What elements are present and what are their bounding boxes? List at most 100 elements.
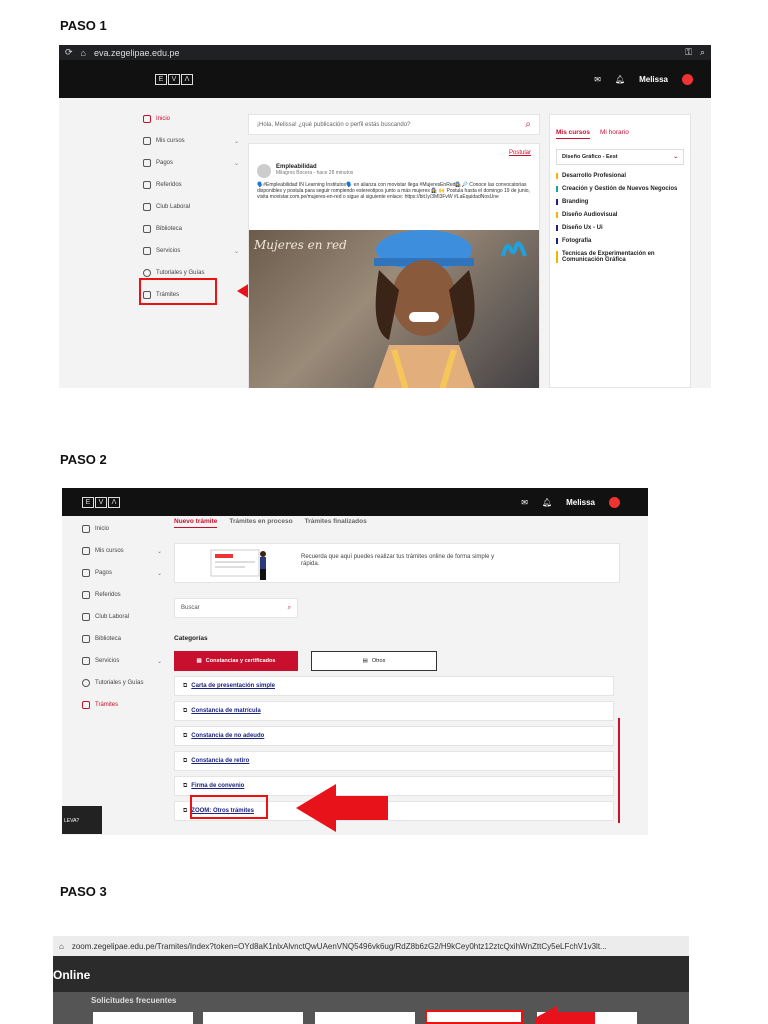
document-icon <box>82 701 90 709</box>
post-text: 🗣️#Empleabilidad IN Learning Institutos🗣… <box>257 182 530 200</box>
frequent-section: Solicitudes frecuentes <box>53 992 689 1024</box>
banner-text: Recuerda que aquí puedes realizar tus tr… <box>301 554 495 567</box>
step1-title: PASO 1 <box>60 18 107 33</box>
services-icon <box>143 247 151 255</box>
list-item[interactable]: ⧉ Constancia de retiro <box>174 751 614 771</box>
top-nav: EVΛ ✉ 🔔︎ Melissa <box>59 60 711 98</box>
course-item[interactable]: Desarrollo Profesional <box>556 173 684 179</box>
course-item[interactable]: Branding <box>556 199 684 205</box>
search-box[interactable]: ¡Hola, Melissa! ¿qué publicación o perfi… <box>248 114 540 135</box>
chevron-down-icon: ⌄ <box>156 658 162 665</box>
globe-icon <box>143 269 151 277</box>
browser-bar: ⌂ zoom.zegelipae.edu.pe/Tramites/Index?t… <box>53 936 689 956</box>
home-icon[interactable]: ⌂ <box>81 48 86 58</box>
list-item[interactable]: ⧉ Constancia de matrícula <box>174 701 614 721</box>
chat-widget[interactable]: LEVA? <box>62 806 102 834</box>
avatar[interactable] <box>682 73 693 85</box>
category-constancias-button[interactable]: ▤ Constancias y certificados <box>174 651 298 671</box>
list-item[interactable]: ⧉ Carta de presentación simple <box>174 676 614 696</box>
search-input[interactable]: Buscar ⌕ <box>174 598 298 618</box>
eva-logo[interactable]: EVΛ <box>82 496 120 508</box>
sidebar-item-referidos[interactable]: Referidos <box>82 584 162 606</box>
sidebar-item-club-laboral[interactable]: Club Laboral <box>82 606 162 628</box>
course-item[interactable]: Tecnicas de Experimentación en Comunicac… <box>556 251 684 263</box>
info-banner: Recuerda que aquí puedes realizar tus tr… <box>174 543 620 583</box>
course-item[interactable]: Creación y Gestión de Nuevos Negocios <box>556 186 684 192</box>
sidebar-item-inicio[interactable]: Inicio <box>82 518 162 540</box>
highlight-box <box>139 278 217 305</box>
request-card[interactable] <box>315 1012 415 1024</box>
categories-label: Categorías <box>174 635 208 642</box>
post-photo: Mujeres en red <box>249 230 539 388</box>
briefcase-icon <box>82 613 90 621</box>
sidebar-item-tutoriales[interactable]: Tutoriales y Guías <box>82 672 162 694</box>
category-otros-button[interactable]: ▤ Otros <box>311 651 437 671</box>
course-item[interactable]: Fotografía <box>556 238 684 244</box>
bell-icon[interactable]: 🔔︎ <box>542 498 552 507</box>
sidebar-item-biblioteca[interactable]: Biblioteca <box>143 218 239 240</box>
sidebar-item-pagos[interactable]: Pagos ⌄ <box>82 562 162 584</box>
movistar-logo <box>501 241 527 257</box>
courses-panel: Mis cursos Mi horario Diseño Gráfico - E… <box>549 114 691 388</box>
key-icon[interactable]: ⚿ <box>685 47 692 58</box>
top-nav: EVΛ ✉ 🔔︎ Melissa <box>62 488 648 516</box>
bell-icon[interactable]: 🔔︎ <box>615 75 625 84</box>
copy-icon: ⧉ <box>183 682 188 689</box>
step3-screenshot: ⌂ zoom.zegelipae.edu.pe/Tramites/Index?t… <box>53 936 689 1024</box>
tab-mi-horario[interactable]: Mi horario <box>600 129 629 139</box>
copy-icon: ⧉ <box>183 757 188 764</box>
sidebar-item-servicios[interactable]: Servicios ⌄ <box>82 650 162 672</box>
request-card[interactable] <box>93 1012 193 1024</box>
sidebar-item-servicios[interactable]: Servicios ⌄ <box>143 240 239 262</box>
sidebar-item-pagos[interactable]: Pagos ⌄ <box>143 152 239 174</box>
red-arrow <box>296 784 388 832</box>
banner-illustration <box>210 549 266 580</box>
chevron-down-icon: ⌄ <box>156 570 162 577</box>
step2-title: PASO 2 <box>60 452 107 467</box>
worker-illustration <box>373 230 475 388</box>
step3-title: PASO 3 <box>60 884 107 899</box>
eva-logo[interactable]: EVΛ <box>155 73 193 85</box>
url-bar[interactable]: zoom.zegelipae.edu.pe/Tramites/Index?tok… <box>72 942 683 951</box>
sidebar: Inicio Mis cursos ⌄ Pagos ⌄ Referidos Club… <box>82 518 162 716</box>
home-icon[interactable]: ⌂ <box>59 942 64 951</box>
list-item[interactable]: ⧉ Constancia de no adeudo <box>174 726 614 746</box>
chevron-down-icon: ⌄ <box>156 548 162 555</box>
library-icon <box>143 225 151 233</box>
tab-en-proceso[interactable]: Trámites en proceso <box>229 518 292 528</box>
mail-icon[interactable]: ✉ <box>594 75 601 84</box>
avatar[interactable] <box>609 496 620 508</box>
sidebar-item-club-laboral[interactable]: Club Laboral <box>143 196 239 218</box>
sidebar-item-mis-cursos[interactable]: Mis cursos ⌄ <box>82 540 162 562</box>
course-item[interactable]: Diseño Audiovisual <box>556 212 684 218</box>
referral-icon <box>143 181 151 189</box>
course-item[interactable]: Diseño Ux - Ui <box>556 225 684 231</box>
scrollbar[interactable] <box>618 718 620 823</box>
author-avatar <box>257 164 271 178</box>
sidebar-item-biblioteca[interactable]: Biblioteca <box>82 628 162 650</box>
globe-icon <box>82 679 90 687</box>
user-name[interactable]: Melissa <box>639 75 668 84</box>
sidebar-item-inicio[interactable]: Inicio <box>143 108 239 130</box>
request-card-highlighted[interactable] <box>425 1010 523 1024</box>
sidebar-item-tramites[interactable]: Trámites <box>82 694 162 716</box>
sidebar-item-mis-cursos[interactable]: Mis cursos ⌄ <box>143 130 239 152</box>
list-item[interactable]: ⧉ Firma de convenio <box>174 776 614 796</box>
postular-link[interactable]: Postular <box>509 150 531 156</box>
tab-finalizados[interactable]: Trámites finalizados <box>305 518 367 528</box>
document-icon: ▤ <box>362 658 368 664</box>
user-name[interactable]: Melissa <box>566 498 595 507</box>
tab-mis-cursos[interactable]: Mis cursos <box>556 129 590 139</box>
request-card[interactable] <box>203 1012 303 1024</box>
tab-nuevo-tramite[interactable]: Nuevo trámite <box>174 518 218 528</box>
career-select[interactable]: Diseño Gráfico - Eest ⌄ <box>556 149 684 165</box>
copy-icon: ⧉ <box>183 782 188 789</box>
sidebar-item-referidos[interactable]: Referidos <box>143 174 239 196</box>
mail-icon[interactable]: ✉ <box>521 498 528 507</box>
home-icon <box>143 115 151 123</box>
reload-icon[interactable]: ⟳ <box>65 47 73 58</box>
page-heading: Online <box>53 956 689 992</box>
url-bar[interactable]: eva.zegelipae.edu.pe <box>94 48 677 58</box>
photo-overlay-text: Mujeres en red <box>254 238 347 252</box>
zoom-icon[interactable]: ⌕ <box>700 47 705 58</box>
